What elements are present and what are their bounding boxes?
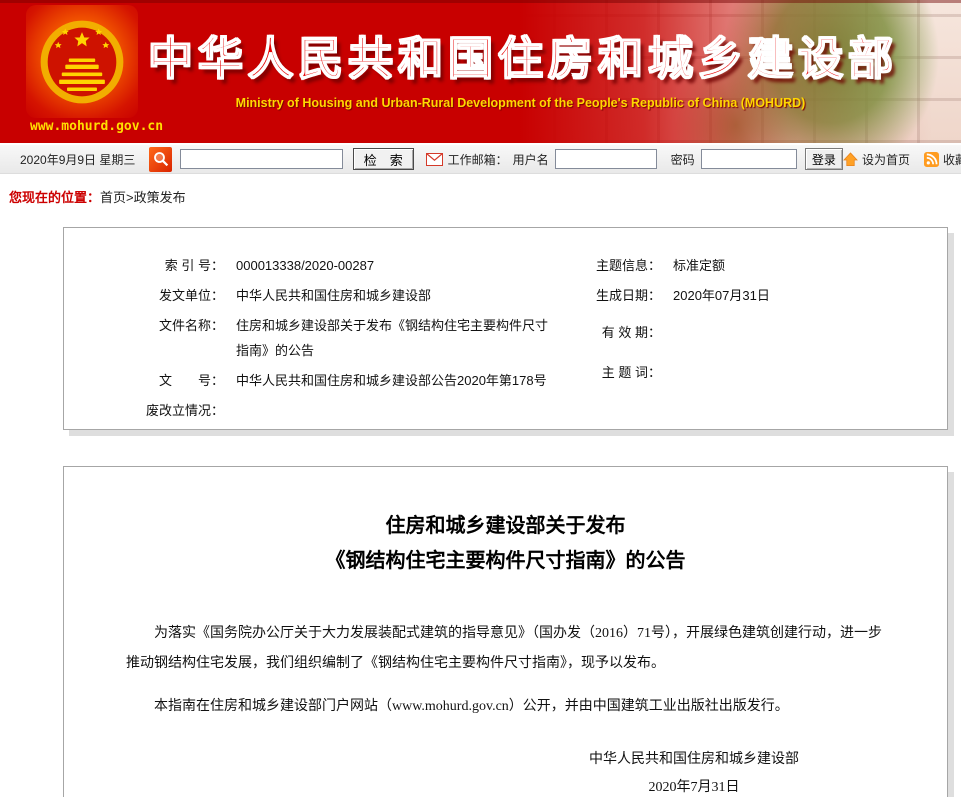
announcement-title: 住房和城乡建设部关于发布 《钢结构住宅主要构件尺寸指南》的公告 — [64, 509, 947, 579]
document-info-panel: 索 引 号： 000013338/2020-00287 发文单位： 中华人民共和… — [63, 227, 948, 430]
login-button[interactable]: 登录 — [805, 148, 843, 170]
toolbar: 2020年9月9日 星期三 检 索 工作邮箱： 用户名 密码 登录 设为首页 收… — [0, 143, 961, 174]
signature-block: 中华人民共和国住房和城乡建设部 2020年7月31日 — [569, 746, 819, 797]
current-date: 2020年9月9日 星期三 — [20, 151, 135, 168]
info-value: 中华人民共和国住房和城乡建设部 — [224, 283, 431, 308]
national-emblem — [26, 5, 138, 118]
announcement-title-line1: 住房和城乡建设部关于发布 — [64, 509, 947, 544]
info-label: 文 号： — [64, 368, 224, 393]
search-button[interactable]: 检 索 — [353, 148, 414, 170]
info-row-issuing-unit: 发文单位： 中华人民共和国住房和城乡建设部 — [64, 283, 576, 308]
signature-date: 2020年7月31日 — [569, 774, 819, 797]
breadcrumb: 您现在的位置：首页>政策发布 — [9, 187, 961, 206]
password-label: 密码 — [671, 151, 695, 168]
document-info-table: 索 引 号： 000013338/2020-00287 发文单位： 中华人民共和… — [64, 253, 947, 428]
announcement-body: 为落实《国务院办公厅关于大力发展装配式建筑的指导意见》（国办发（2016）71号… — [64, 619, 947, 722]
username-input[interactable] — [555, 149, 657, 169]
home-icon — [843, 152, 858, 167]
info-value: 000013338/2020-00287 — [224, 253, 374, 278]
search-icon[interactable] — [149, 147, 171, 172]
info-value — [661, 320, 673, 345]
announcement-title-line2: 《钢结构住宅主要构件尺寸指南》的公告 — [64, 544, 947, 579]
info-label: 发文单位： — [64, 283, 224, 308]
site-header: www.mohurd.gov.cn 中华人民共和国住房和城乡建设部 Minist… — [0, 0, 961, 143]
info-label: 主题信息： — [576, 253, 661, 278]
info-row-validity-period: 有 效 期： — [576, 320, 946, 345]
info-row-repeal-status: 废改立情况： — [64, 398, 576, 423]
info-value: 2020年07月31日 — [661, 283, 770, 308]
info-value — [661, 360, 673, 385]
header-top-line — [0, 0, 961, 3]
mail-label: 工作邮箱： — [448, 151, 508, 168]
info-value: 中华人民共和国住房和城乡建设部公告2020年第178号 — [224, 368, 547, 393]
national-emblem-icon — [38, 16, 126, 108]
rss-icon — [924, 152, 939, 167]
info-value — [224, 398, 236, 423]
breadcrumb-path[interactable]: 首页>政策发布 — [100, 190, 186, 205]
info-row-index-number: 索 引 号： 000013338/2020-00287 — [64, 253, 576, 278]
info-label: 主 题 词： — [576, 360, 661, 385]
search-input[interactable] — [180, 149, 343, 169]
info-row-topic-info: 主题信息： 标准定额 — [576, 253, 946, 278]
announcement-paragraph: 为落实《国务院办公厅关于大力发展装配式建筑的指导意见》（国办发（2016）71号… — [126, 619, 885, 679]
info-label: 废改立情况： — [64, 398, 224, 423]
announcement-panel: 住房和城乡建设部关于发布 《钢结构住宅主要构件尺寸指南》的公告 为落实《国务院办… — [63, 466, 948, 797]
breadcrumb-label: 您现在的位置： — [9, 190, 100, 205]
info-row-keywords: 主 题 词： — [576, 360, 946, 385]
site-title: 中华人民共和国住房和城乡建设部 — [148, 22, 893, 87]
info-row-document-name: 文件名称： 住房和城乡建设部关于发布《钢结构住宅主要构件尺寸指南》的公告 — [64, 313, 576, 363]
password-input[interactable] — [701, 149, 797, 169]
signature-org: 中华人民共和国住房和城乡建设部 — [569, 746, 819, 774]
mail-icon — [426, 153, 443, 166]
info-value: 标准定额 — [661, 253, 725, 278]
username-label: 用户名 — [513, 151, 549, 168]
info-label: 生成日期： — [576, 283, 661, 308]
favorite-link[interactable]: 收藏 — [943, 151, 961, 168]
site-url: www.mohurd.gov.cn — [30, 119, 150, 134]
info-label: 文件名称： — [64, 313, 224, 363]
announcement-paragraph: 本指南在住房和城乡建设部门户网站（www.mohurd.gov.cn）公开，并由… — [126, 692, 885, 722]
info-value: 住房和城乡建设部关于发布《钢结构住宅主要构件尺寸指南》的公告 — [224, 313, 559, 363]
info-label: 有 效 期： — [576, 320, 661, 345]
set-homepage-link[interactable]: 设为首页 — [862, 151, 910, 168]
site-subtitle-en: Ministry of Housing and Urban-Rural Deve… — [148, 96, 893, 110]
info-row-document-number: 文 号： 中华人民共和国住房和城乡建设部公告2020年第178号 — [64, 368, 576, 393]
info-label: 索 引 号： — [64, 253, 224, 278]
info-row-generation-date: 生成日期： 2020年07月31日 — [576, 283, 946, 308]
